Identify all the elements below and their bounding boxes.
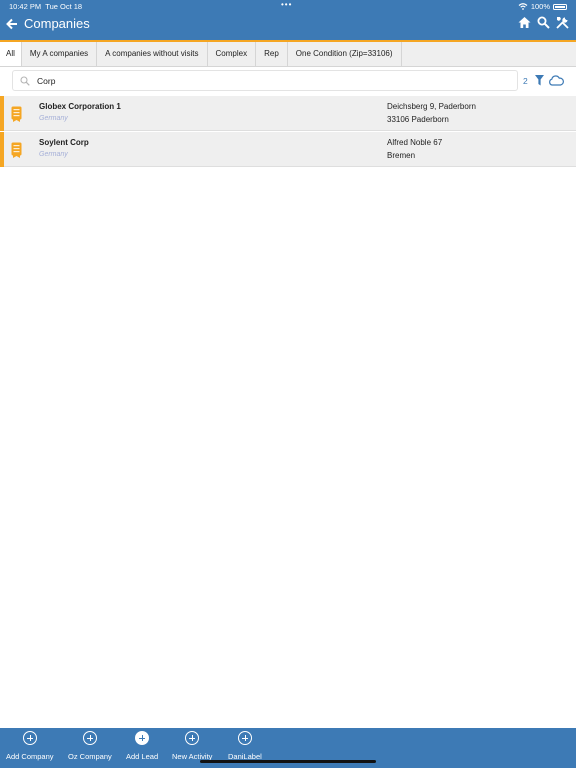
company-name: Globex Corporation 1 xyxy=(39,102,121,111)
tools-icon[interactable] xyxy=(556,16,569,29)
status-right: 100% xyxy=(518,2,567,11)
add-icon xyxy=(237,731,252,745)
tab-a-companies-without-visits[interactable]: A companies without visits xyxy=(97,42,208,66)
row-accent-bar xyxy=(0,132,4,167)
company-name: Soylent Corp xyxy=(39,138,89,147)
status-time: 10:42 PM Tue Oct 18 xyxy=(9,2,83,11)
add-icon xyxy=(22,731,37,745)
company-row[interactable]: Soylent Corp Germany Alfred Noble 67 Bre… xyxy=(0,132,576,167)
company-country: Germany xyxy=(39,115,68,122)
add-icon xyxy=(185,731,200,745)
search-icon xyxy=(20,76,30,86)
bottom-toolbar: Add Company Oz Company Add Lead New Acti… xyxy=(0,728,576,768)
oz-company-button[interactable]: Oz Company xyxy=(68,731,112,761)
battery-percent: 100% xyxy=(530,2,550,11)
company-address-line1: Alfred Noble 67 xyxy=(387,138,443,147)
nav-actions xyxy=(518,16,569,29)
add-lead-button[interactable]: Add Lead xyxy=(126,731,158,761)
filter-tabs: All My A companies A companies without v… xyxy=(0,42,576,67)
company-building-icon xyxy=(11,106,22,122)
status-bar: 10:42 PM Tue Oct 18 ••• 100% xyxy=(0,0,576,12)
search-icon[interactable] xyxy=(537,16,550,29)
add-icon xyxy=(82,731,97,745)
search-row: 2 xyxy=(0,67,576,96)
add-icon xyxy=(135,731,150,745)
company-building-icon xyxy=(11,142,22,158)
wifi-icon xyxy=(518,3,528,10)
nav-bar: Companies xyxy=(0,12,576,40)
oz-company-label: Oz Company xyxy=(68,752,112,761)
tab-complex[interactable]: Complex xyxy=(208,42,257,66)
search-input[interactable] xyxy=(37,73,507,89)
company-country: Germany xyxy=(39,151,68,158)
multitasking-dots: ••• xyxy=(281,0,293,9)
new-activity-button[interactable]: New Activity xyxy=(172,731,212,761)
company-address-line1: Deichsberg 9, Paderborn xyxy=(387,102,476,111)
tab-one-condition[interactable]: One Condition (Zip=33106) xyxy=(288,42,402,66)
add-lead-label: Add Lead xyxy=(126,752,159,761)
home-icon[interactable] xyxy=(518,16,531,29)
tab-rep[interactable]: Rep xyxy=(256,42,288,66)
back-arrow-icon[interactable] xyxy=(5,16,19,32)
row-accent-bar xyxy=(0,96,4,131)
company-row[interactable]: Globex Corporation 1 Germany Deichsberg … xyxy=(0,96,576,131)
search-box xyxy=(12,70,518,91)
cloud-icon[interactable] xyxy=(548,75,564,86)
tab-my-a-companies[interactable]: My A companies xyxy=(22,42,98,66)
tab-all[interactable]: All xyxy=(0,42,22,66)
filter-icon[interactable] xyxy=(535,75,544,86)
add-company-label: Add Company xyxy=(6,752,54,761)
home-indicator xyxy=(200,760,376,763)
add-company-button[interactable]: Add Company xyxy=(6,731,54,761)
company-address-line2: Bremen xyxy=(387,151,416,160)
danilabel-button[interactable]: DaniLabel xyxy=(228,731,262,761)
battery-icon xyxy=(553,3,567,10)
page-title: Companies xyxy=(24,16,90,31)
result-count: 2 xyxy=(523,76,528,86)
company-address-line2: 33106 Paderborn xyxy=(387,115,449,124)
